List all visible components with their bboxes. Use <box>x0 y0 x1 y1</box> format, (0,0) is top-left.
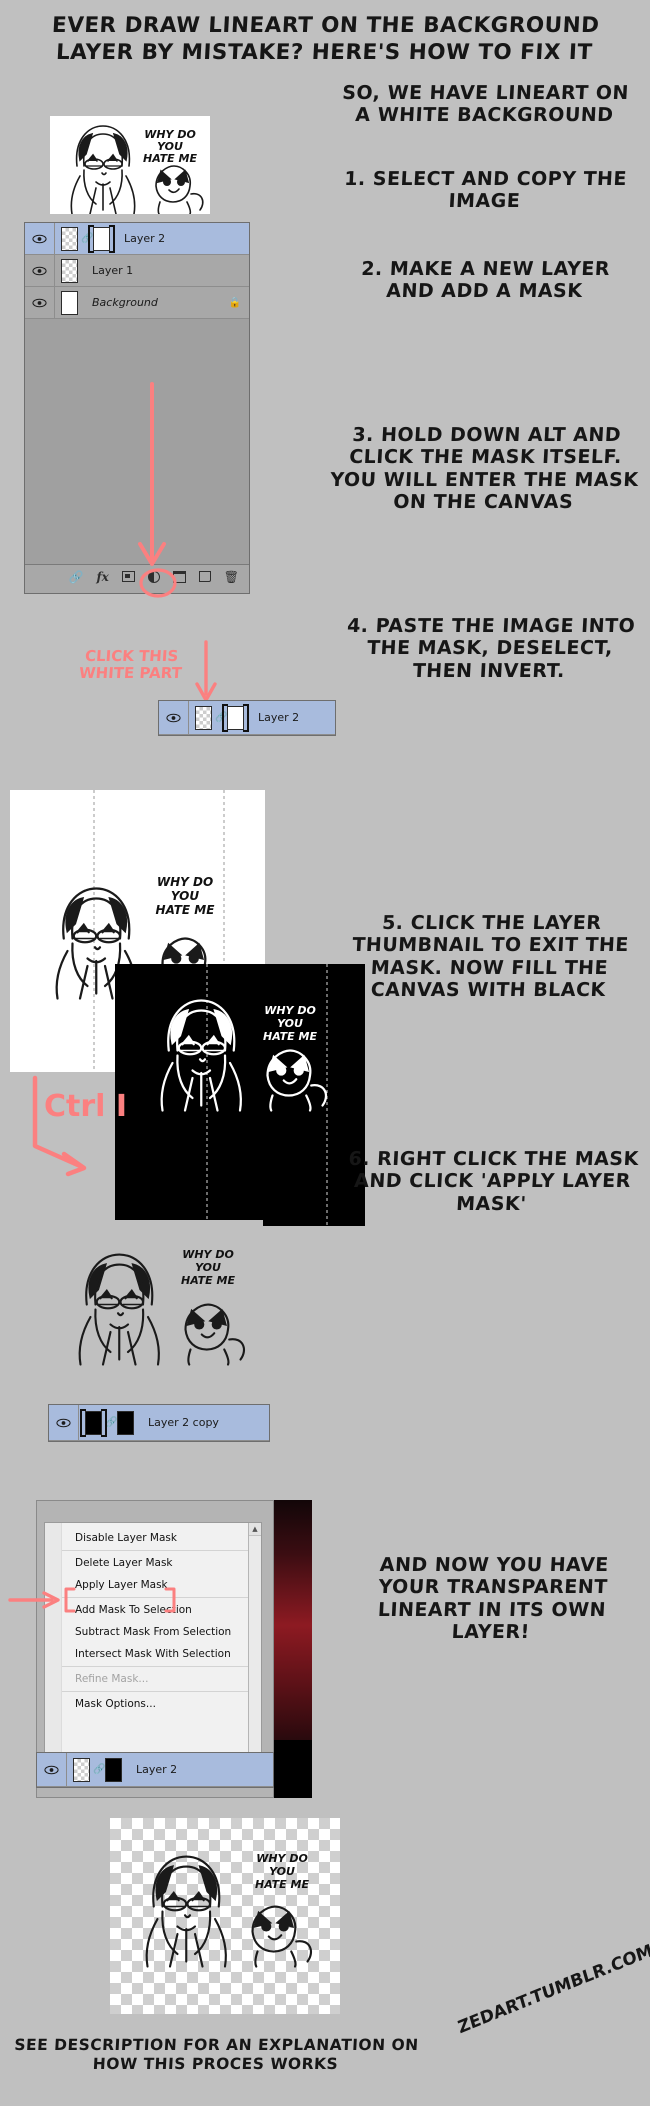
menu-item-refine-mask: Refine Mask... <box>75 1673 149 1685</box>
menu-separator <box>61 1691 261 1692</box>
caption-step-5: 5. CLICK THE LAYER THUMBNAIL TO EXIT THE… <box>351 912 630 1002</box>
eye-icon <box>32 266 47 275</box>
layer-thumbnail[interactable] <box>80 1408 107 1437</box>
svg-text:WHY DO: WHY DO <box>157 875 213 889</box>
layer-row-layer-2[interactable]: 🔗 Layer 2 <box>37 1753 273 1787</box>
caption-step-2: 2. MAKE A NEW LAYER AND ADD A MASK <box>360 258 611 303</box>
eye-icon <box>166 713 181 722</box>
scroll-up-arrow-icon[interactable]: ▲ <box>249 1523 261 1536</box>
ctrl-i-label: Ctrl I <box>44 1089 127 1124</box>
speech-line-3: HATE ME <box>143 152 197 165</box>
menu-item-disable-layer-mask[interactable]: Disable Layer Mask <box>61 1527 261 1549</box>
eye-icon <box>32 234 47 243</box>
context-menu-scrollbar[interactable]: ▲ <box>248 1523 261 1767</box>
svg-text:YOU: YOU <box>277 1017 303 1030</box>
annotation-arrow-to-mask-button <box>128 380 188 580</box>
layer-thumbnail[interactable] <box>61 226 78 251</box>
layers-panel-layer-2-copy[interactable]: 🔗 Layer 2 copy <box>48 1404 270 1442</box>
layer-thumbnail[interactable] <box>73 1757 90 1782</box>
down-arrow-icon <box>138 382 166 566</box>
visibility-toggle[interactable] <box>25 255 55 286</box>
step6-black-strip <box>274 1740 312 1798</box>
svg-text:HATE ME: HATE ME <box>156 903 216 917</box>
menu-item-intersect-mask-with-selection[interactable]: Intersect Mask With Selection <box>61 1643 261 1665</box>
caption-step-1: 1. SELECT AND COPY THE IMAGE <box>343 168 628 213</box>
annotation-click-white-part: CLICK THIS WHITE PART <box>78 647 183 683</box>
layer-name: Layer 2 <box>258 711 300 724</box>
layer-mask-thumbnail[interactable] <box>222 703 249 732</box>
bracket-highlight-icon <box>64 1587 176 1613</box>
caption-step-4: 4. PASTE THE IMAGE INTO THE MASK, DESELE… <box>346 615 636 682</box>
menu-separator <box>61 1666 261 1667</box>
menu-item-mask-options[interactable]: Mask Options... <box>61 1693 261 1715</box>
layer-row-layer-2[interactable]: 🔗 Layer 2 <box>25 223 249 255</box>
svg-text:HATE ME: HATE ME <box>181 1274 235 1287</box>
caption-final: AND NOW YOU HAVE YOUR TRANSPARENT LINEAR… <box>377 1554 610 1644</box>
layer-name: Background <box>92 296 158 309</box>
layer-thumbnail[interactable] <box>61 290 78 315</box>
layer-mask-context-menu[interactable]: Disable Layer Mask Delete Layer Mask App… <box>44 1522 262 1768</box>
caption-step-3: 3. HOLD DOWN ALT AND CLICK THE MASK ITSE… <box>329 424 640 514</box>
annotation-ctrl-i: Ctrl I <box>10 1058 170 1178</box>
delete-layer-icon[interactable]: 🗑 <box>224 571 239 583</box>
layers-panel-mask-selected[interactable]: 🔗 Layer 2 <box>158 700 336 736</box>
menu-separator <box>61 1550 261 1551</box>
layer-name: Layer 2 <box>136 1763 178 1776</box>
artwork-white-background: WHY DO YOU HATE ME <box>50 116 210 214</box>
layer-name: Layer 1 <box>92 264 134 277</box>
circle-highlight-icon <box>139 568 177 598</box>
layers-panel-step6[interactable]: 🔗 Layer 2 <box>36 1752 274 1788</box>
menu-item-subtract-mask-from-selection[interactable]: Subtract Mask From Selection <box>61 1621 261 1643</box>
new-layer-icon[interactable] <box>198 571 211 582</box>
layer-mask-thumbnail[interactable] <box>88 224 115 253</box>
svg-text:YOU: YOU <box>171 889 199 903</box>
layer-thumbnail[interactable] <box>195 705 212 730</box>
visibility-toggle[interactable] <box>25 223 55 254</box>
layer-mask-thumbnail[interactable] <box>117 1410 134 1435</box>
layer-mask-thumbnail[interactable] <box>105 1757 122 1782</box>
caption-step-6: 6. RIGHT CLICK THE MASK AND CLICK 'APPLY… <box>347 1148 640 1215</box>
page-title: EVER DRAW LINEART ON THE BACKGROUND LAYE… <box>51 13 601 66</box>
svg-text:YOU: YOU <box>195 1261 221 1274</box>
svg-text:WHY DO: WHY DO <box>256 1852 308 1865</box>
svg-text:HATE ME: HATE ME <box>255 1878 309 1891</box>
visibility-toggle[interactable] <box>25 287 55 318</box>
context-menu-gutter <box>45 1523 62 1767</box>
link-layers-icon[interactable]: 🔗 <box>68 571 83 583</box>
artwork-grey-lineart: WHY DO YOU HATE ME <box>48 1220 263 1400</box>
artist-signature: ZEDART.TUMBLR.COM <box>455 1940 650 2039</box>
tutorial-page: EVER DRAW LINEART ON THE BACKGROUND LAYE… <box>0 0 650 2106</box>
lock-icon: 🔒 <box>228 297 241 308</box>
visibility-toggle[interactable] <box>49 1405 79 1440</box>
svg-text:WHY DO: WHY DO <box>182 1248 234 1261</box>
svg-text:YOU: YOU <box>269 1865 295 1878</box>
eye-icon <box>56 1418 71 1427</box>
right-arrow-icon <box>8 1591 60 1609</box>
layer-name: Layer 2 copy <box>148 1416 219 1429</box>
layer-name: Layer 2 <box>124 232 166 245</box>
layer-thumbnail[interactable] <box>61 258 78 283</box>
artwork-transparent-result: WHY DO YOU HATE ME <box>110 1818 340 2014</box>
fx-icon[interactable]: fx <box>96 571 108 583</box>
annotation-arrow-apply-layer-mask <box>8 1588 66 1612</box>
layer-row-layer-1[interactable]: Layer 1 <box>25 255 249 287</box>
layer-row-layer-2-copy[interactable]: 🔗 Layer 2 copy <box>49 1405 269 1441</box>
caption-intro: SO, WE HAVE LINEART ON A WHITE BACKGROUN… <box>341 82 630 127</box>
visibility-toggle[interactable] <box>37 1753 67 1786</box>
layer-row-background[interactable]: Background 🔒 <box>25 287 249 319</box>
footer-note: SEE DESCRIPTION FOR AN EXPLANATION ON HO… <box>13 2036 420 2073</box>
svg-text:WHY DO: WHY DO <box>264 1004 316 1017</box>
annotation-circle-mask-button <box>138 568 178 598</box>
link-icon[interactable]: 🔗 <box>93 1764 105 1775</box>
visibility-toggle[interactable] <box>159 701 189 734</box>
layer-row-layer-2[interactable]: 🔗 Layer 2 <box>159 701 335 735</box>
eye-icon <box>44 1765 59 1774</box>
eye-icon <box>32 298 47 307</box>
svg-text:HATE ME: HATE ME <box>263 1030 317 1043</box>
menu-item-delete-layer-mask[interactable]: Delete Layer Mask <box>61 1552 261 1574</box>
annotation-brackets-apply-layer-mask <box>62 1586 180 1614</box>
